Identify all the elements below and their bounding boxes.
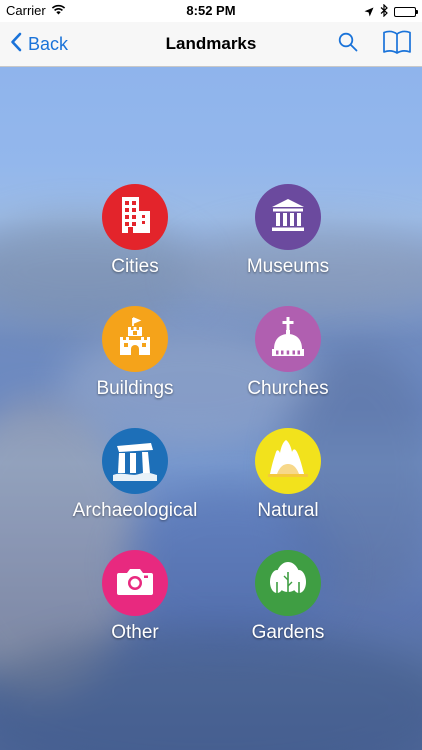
church-dome-icon — [266, 315, 310, 364]
location-arrow-icon — [364, 5, 374, 20]
book-icon[interactable] — [382, 29, 412, 60]
cities-circle — [102, 184, 168, 250]
museum-icon — [266, 193, 310, 242]
category-label: Archaeological — [72, 500, 198, 521]
category-label: Buildings — [96, 378, 174, 399]
category-label: Natural — [257, 500, 319, 521]
category-label: Cities — [111, 256, 159, 277]
gardens-circle — [255, 550, 321, 616]
castle-icon — [113, 315, 157, 364]
category-label: Museums — [246, 256, 330, 277]
museums-circle — [255, 184, 321, 250]
category-label: Other — [111, 622, 159, 643]
ruins-icon — [111, 437, 159, 486]
bluetooth-icon — [380, 3, 388, 20]
churches-circle — [255, 306, 321, 372]
category-natural[interactable]: Natural — [203, 428, 373, 538]
tree-icon — [265, 558, 311, 609]
battery-icon — [394, 7, 418, 17]
category-other[interactable]: Other — [50, 550, 220, 660]
mountain-sun-icon — [264, 436, 312, 487]
category-buildings[interactable]: Buildings — [50, 306, 220, 416]
category-churches[interactable]: Churches — [203, 306, 373, 416]
natural-circle — [255, 428, 321, 494]
status-right — [364, 3, 418, 20]
category-cities[interactable]: Cities — [50, 184, 220, 294]
landmarks-content: Cities Museums Buildings Churches Archae… — [0, 67, 422, 750]
nav-actions — [338, 22, 412, 66]
category-label: Gardens — [251, 622, 325, 643]
category-grid: Cities Museums Buildings Churches Archae… — [0, 67, 422, 750]
city-buildings-icon — [113, 193, 157, 242]
archaeological-circle — [102, 428, 168, 494]
category-museums[interactable]: Museums — [203, 184, 373, 294]
buildings-circle — [102, 306, 168, 372]
camera-icon — [113, 559, 157, 608]
navigation-bar: Back Landmarks — [0, 22, 422, 67]
other-circle — [102, 550, 168, 616]
category-label: Churches — [247, 378, 329, 399]
search-icon[interactable] — [338, 32, 358, 57]
status-time: 8:52 PM — [186, 3, 236, 18]
category-gardens[interactable]: Gardens — [203, 550, 373, 660]
status-bar: Carrier 8:52 PM — [0, 0, 422, 22]
category-archaeological[interactable]: Archaeological — [50, 428, 220, 538]
